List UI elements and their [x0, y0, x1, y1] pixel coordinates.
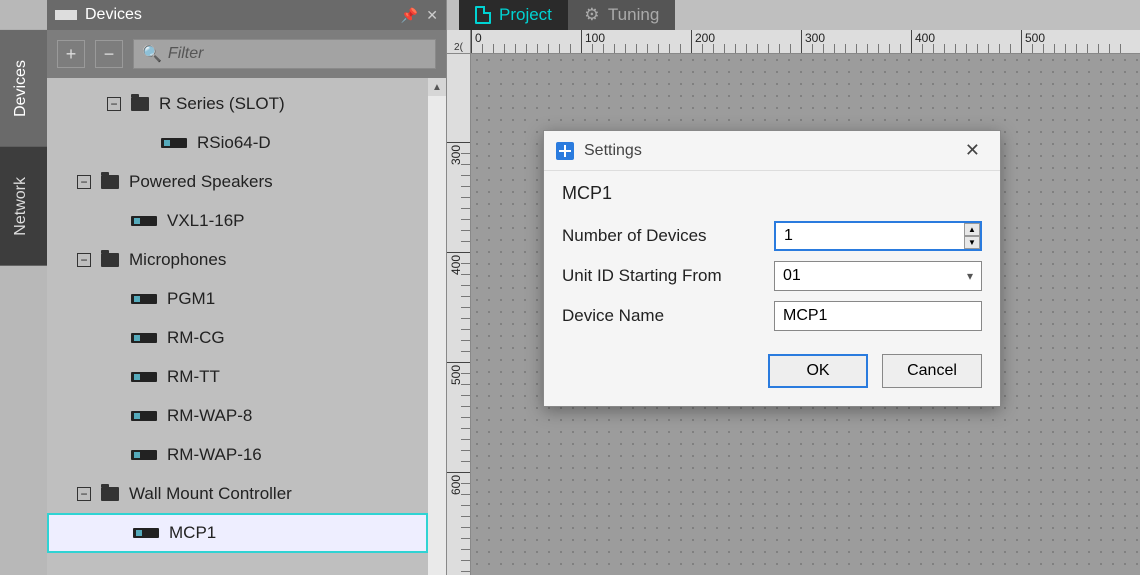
search-icon: 🔍 — [142, 44, 162, 64]
disclosure-icon[interactable]: − — [77, 253, 91, 267]
tab-project[interactable]: Project — [459, 0, 568, 30]
tree-item-label: RSio64-D — [197, 133, 271, 153]
scroll-up-icon[interactable]: ▲ — [428, 78, 446, 96]
disclosure-icon[interactable]: − — [77, 175, 91, 189]
tree-item-label: RM-WAP-8 — [167, 406, 252, 426]
close-icon[interactable]: ✕ — [426, 7, 438, 24]
top-tab-bar: Project ⚙ Tuning — [447, 0, 1140, 30]
dialog-titlebar: Settings ✕ — [544, 131, 1000, 171]
spinner-down-icon[interactable]: ▼ — [964, 236, 980, 249]
tree-device[interactable]: MCP1 — [47, 513, 428, 553]
expand-all-button[interactable]: + — [57, 40, 85, 68]
tree-item-label: R Series (SLOT) — [159, 94, 285, 114]
dialog-title-text: Settings — [584, 142, 642, 160]
settings-dialog: Settings ✕ MCP1 Number of Devices ▲ ▼ — [543, 130, 1001, 407]
project-icon — [475, 6, 491, 24]
folder-icon — [101, 487, 119, 501]
tree-device[interactable]: RSio64-D — [47, 123, 428, 162]
device-icon — [131, 216, 157, 226]
tree-folder[interactable]: − R Series (SLOT) — [47, 84, 428, 123]
device-icon — [133, 528, 159, 538]
unit-id-value: 01 — [783, 267, 801, 285]
tree-item-label: MCP1 — [169, 523, 216, 543]
device-icon — [131, 372, 157, 382]
filter-input[interactable]: 🔍 Filter — [133, 39, 436, 69]
num-devices-label: Number of Devices — [562, 226, 762, 246]
tab-tuning-label: Tuning — [608, 5, 659, 25]
tree-item-label: Powered Speakers — [129, 172, 273, 192]
tree-device[interactable]: VXL1-16P — [47, 201, 428, 240]
tree-folder[interactable]: − Microphones — [47, 240, 428, 279]
scrollbar[interactable]: ▲ — [428, 78, 446, 575]
devices-header-icon — [55, 10, 77, 20]
tree-item-label: RM-WAP-16 — [167, 445, 262, 465]
tree-item-label: Wall Mount Controller — [129, 484, 292, 504]
side-tab-strip: Devices Network — [0, 0, 47, 575]
num-devices-input[interactable] — [774, 221, 982, 251]
disclosure-icon[interactable]: − — [107, 97, 121, 111]
tree-device[interactable]: RM-WAP-16 — [47, 435, 428, 474]
tab-project-label: Project — [499, 5, 552, 25]
ruler-corner: 2( — [447, 30, 471, 54]
device-icon — [131, 411, 157, 421]
unit-id-label: Unit ID Starting From — [562, 266, 762, 286]
tree-item-label: Microphones — [129, 250, 226, 270]
device-tree: − R Series (SLOT) RSio64-D − Powered Speaker… — [47, 78, 428, 575]
folder-icon — [101, 253, 119, 267]
tree-device[interactable]: RM-CG — [47, 318, 428, 357]
tuning-icon: ⚙ — [584, 6, 600, 24]
chevron-down-icon: ▾ — [967, 269, 973, 283]
dialog-close-icon[interactable]: ✕ — [957, 136, 988, 165]
tree-item-label: RM-CG — [167, 328, 225, 348]
cancel-button[interactable]: Cancel — [882, 354, 982, 388]
ruler-horizontal: 0100200300400500 — [471, 30, 1140, 54]
side-tab-network[interactable]: Network — [0, 147, 47, 266]
tree-device[interactable]: RM-TT — [47, 357, 428, 396]
device-name-input[interactable] — [774, 301, 982, 331]
device-icon — [131, 333, 157, 343]
spinner-up-icon[interactable]: ▲ — [964, 223, 980, 236]
pin-icon[interactable]: 📌 — [401, 7, 418, 24]
tree-device[interactable]: RM-WAP-8 — [47, 396, 428, 435]
app-icon — [556, 142, 574, 160]
filter-placeholder: Filter — [168, 45, 204, 63]
ok-button[interactable]: OK — [768, 354, 868, 388]
device-icon — [131, 450, 157, 460]
design-canvas[interactable]: 2( 0100200300400500 300400500600 Setting… — [447, 30, 1140, 575]
ruler-vertical: 300400500600 — [447, 54, 471, 575]
dialog-heading: MCP1 — [562, 183, 982, 204]
collapse-all-button[interactable]: − — [95, 40, 123, 68]
devices-panel: Devices 📌 ✕ + − 🔍 Filter − R Series (SLOT… — [47, 0, 447, 575]
unit-id-select[interactable]: 01 ▾ — [774, 261, 982, 291]
tree-item-label: PGM1 — [167, 289, 215, 309]
disclosure-icon[interactable]: − — [77, 487, 91, 501]
device-name-label: Device Name — [562, 306, 762, 326]
folder-icon — [101, 175, 119, 189]
workspace: Project ⚙ Tuning 2( 0100200300400500 300… — [447, 0, 1140, 575]
devices-panel-header: Devices 📌 ✕ — [47, 0, 446, 30]
tree-item-label: VXL1-16P — [167, 211, 245, 231]
tree-folder[interactable]: − Wall Mount Controller — [47, 474, 428, 513]
tree-folder[interactable]: − Powered Speakers — [47, 162, 428, 201]
device-icon — [161, 138, 187, 148]
devices-toolbar: + − 🔍 Filter — [47, 30, 446, 78]
scrollbar-track[interactable] — [428, 96, 446, 575]
tree-device[interactable]: PGM1 — [47, 279, 428, 318]
device-icon — [131, 294, 157, 304]
tree-item-label: RM-TT — [167, 367, 220, 387]
folder-icon — [131, 97, 149, 111]
devices-panel-title: Devices — [85, 6, 393, 24]
side-tab-devices[interactable]: Devices — [0, 30, 47, 147]
tab-tuning[interactable]: ⚙ Tuning — [568, 0, 675, 30]
